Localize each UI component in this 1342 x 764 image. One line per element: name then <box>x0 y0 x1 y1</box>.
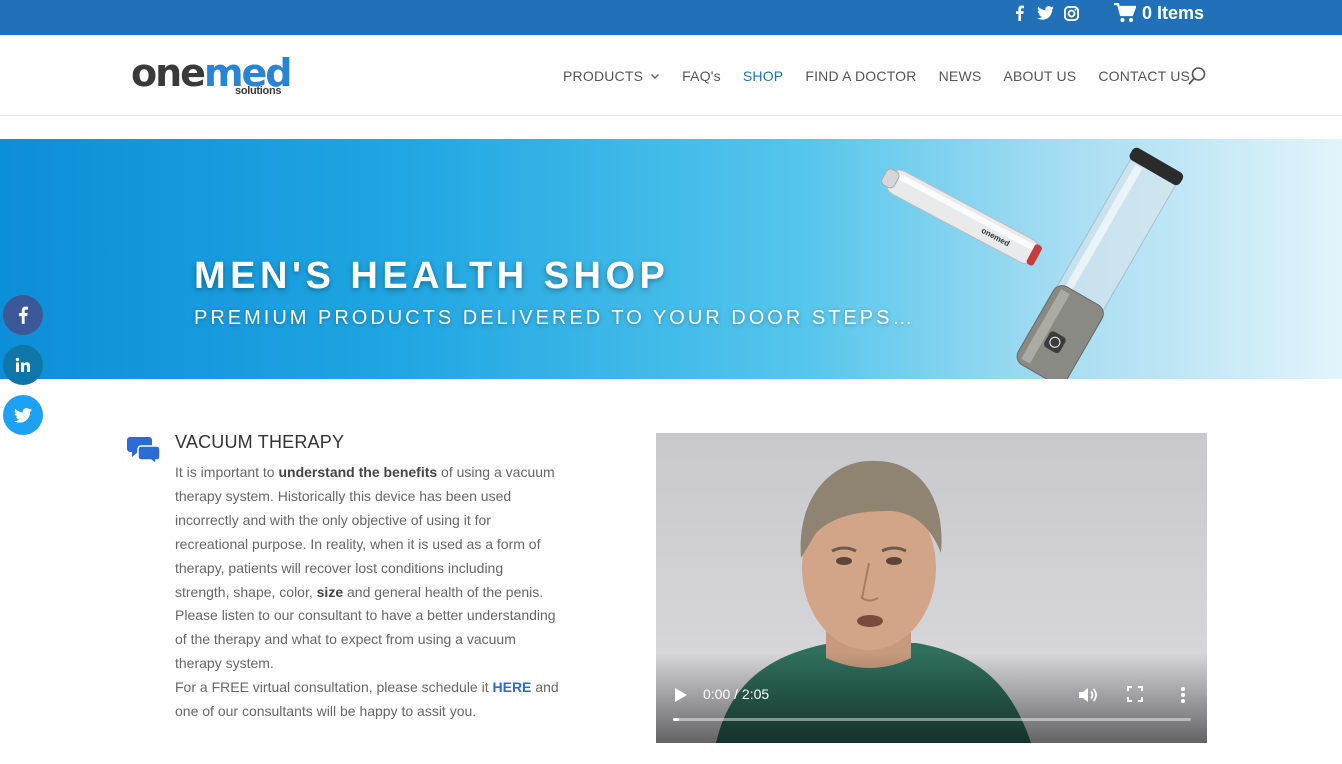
section-body: It is important to understand the benefi… <box>175 464 559 720</box>
video-progress-fill <box>673 718 680 721</box>
hero-subtitle: PREMIUM PRODUCTS DELIVERED TO YOUR DOOR … <box>194 307 916 329</box>
schedule-here-link[interactable]: HERE <box>493 679 532 695</box>
cart-count: 0 Items <box>1142 2 1205 23</box>
play-icon[interactable] <box>674 687 688 703</box>
logo-word-one: one <box>131 51 206 95</box>
main-nav: PRODUCTS FAQ's SHOP FIND A DOCTOR NEWS A… <box>563 66 1212 86</box>
cart-link[interactable]: 0 Items <box>1114 2 1204 24</box>
facebook-icon <box>19 306 28 324</box>
search-icon[interactable] <box>1187 66 1207 86</box>
onemed-logo[interactable]: onemed solutions <box>131 51 301 99</box>
top-bar: 0 Items <box>0 0 1342 35</box>
consultant-video-player[interactable]: 0:00 / 2:05 <box>656 433 1207 743</box>
vacuum-device-image: onemed <box>881 147 1184 379</box>
nav-news[interactable]: NEWS <box>939 68 982 84</box>
chevron-down-icon <box>651 73 660 80</box>
share-twitter-button[interactable] <box>3 395 43 435</box>
share-facebook-button[interactable] <box>3 295 43 335</box>
nav-find-a-doctor[interactable]: FIND A DOCTOR <box>805 68 916 84</box>
nav-contact-us[interactable]: CONTACT US <box>1098 68 1190 84</box>
nav-about-us[interactable]: ABOUT US <box>1003 68 1076 84</box>
twitter-icon <box>14 407 32 423</box>
chat-bubbles-icon <box>127 437 161 464</box>
volume-icon[interactable] <box>1077 685 1097 705</box>
video-time: 0:00 / 2:05 <box>703 686 770 702</box>
twitter-icon[interactable] <box>1032 4 1058 22</box>
site-header: onemed solutions PRODUCTS FAQ's SHOP FIN… <box>0 35 1342 116</box>
nav-products[interactable]: PRODUCTS <box>563 68 660 84</box>
share-linkedin-button[interactable] <box>3 345 43 385</box>
nav-faqs[interactable]: FAQ's <box>682 68 721 84</box>
section-title: VACUUM THERAPY <box>175 432 345 452</box>
floating-social-bar <box>3 295 43 445</box>
paragraph-listen: Please listen to our consultant to have … <box>175 607 556 672</box>
fullscreen-icon[interactable] <box>1126 685 1144 703</box>
hero-banner: MEN'S HEALTH SHOP PREMIUM PRODUCTS DELIV… <box>0 139 1342 379</box>
instagram-icon[interactable] <box>1058 4 1084 22</box>
logo-sub: solutions <box>235 85 282 97</box>
linkedin-icon <box>15 357 30 372</box>
cart-icon <box>1114 3 1136 22</box>
hero-title: MEN'S HEALTH SHOP <box>194 255 670 297</box>
facebook-icon[interactable] <box>1006 4 1032 22</box>
top-social-links <box>1006 4 1084 22</box>
video-progress-bar[interactable] <box>673 718 1191 721</box>
nav-shop[interactable]: SHOP <box>743 68 783 84</box>
more-options-icon[interactable] <box>1176 685 1190 705</box>
